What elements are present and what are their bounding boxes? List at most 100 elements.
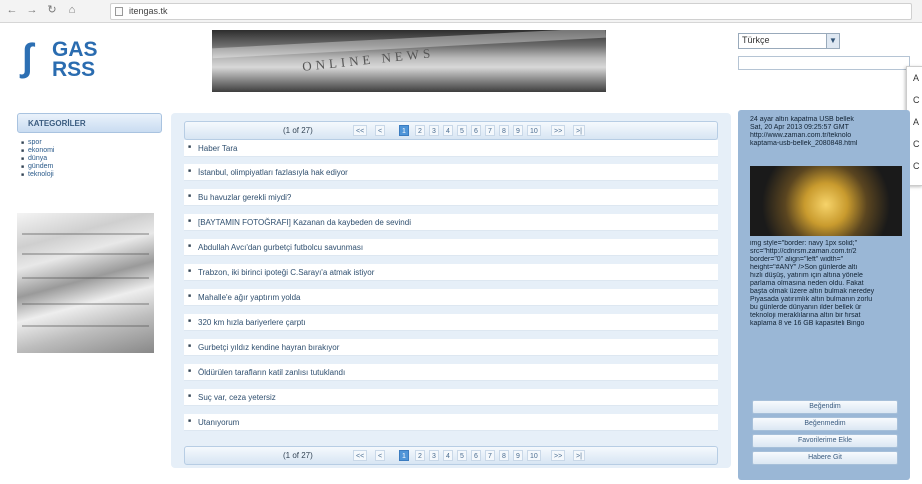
dislike-button[interactable]: Beğenmedim [752, 417, 898, 431]
categories-title: KATEGORİLER [28, 119, 86, 128]
news-title[interactable]: Suç var, ceza yetersiz [198, 393, 276, 402]
site-logo[interactable]: ∫ GAS RSS [22, 35, 112, 85]
popup-item[interactable]: C [907, 89, 922, 111]
pager-page-10[interactable]: 10 [527, 450, 541, 461]
category-item-gundem[interactable]: gündem [17, 163, 162, 171]
page-count-label: (1 of 27) [283, 126, 313, 135]
categories-list: spor ekonomi dünya gündem teknoloji [17, 139, 162, 179]
pager-last-button[interactable]: >| [573, 125, 585, 136]
news-title[interactable]: Bu havuzlar gerekli miydi? [198, 193, 291, 202]
header-banner: ONLINE NEWS [212, 30, 606, 92]
news-item[interactable]: Trabzon, iki birinci ipoteği C.Sarayı'a … [184, 264, 718, 281]
detail-body-line: kaplama 8 ve 16 GB kapasiteli Bingo [750, 320, 865, 327]
news-list-panel: (1 of 27) << < 1 2 3 4 5 6 7 8 9 10 >> >… [171, 113, 731, 468]
category-item-ekonomi[interactable]: ekonomi [17, 147, 162, 155]
pager-page-1[interactable]: 1 [399, 125, 409, 136]
address-bar[interactable]: itengas.tk [110, 3, 912, 20]
category-item-spor[interactable]: spor [17, 139, 162, 147]
news-item[interactable]: Utanıyorum [184, 414, 718, 431]
news-title[interactable]: Abdullah Avcı'dan gurbetçi futbolcu savu… [198, 243, 363, 252]
gold-usb-image [750, 166, 902, 236]
pager-page-6[interactable]: 6 [471, 450, 481, 461]
pager-first-button[interactable]: << [353, 125, 368, 136]
news-item[interactable]: Gurbetçi yıldız kendine hayran bırakıyor [184, 339, 718, 356]
pager-page-2[interactable]: 2 [415, 450, 425, 461]
detail-link[interactable]: kaptama-usb-bellek_2080848.html [750, 140, 910, 148]
search-input[interactable] [738, 56, 910, 70]
pager-page-5[interactable]: 5 [457, 450, 467, 461]
pager-page-9[interactable]: 9 [513, 125, 523, 136]
logo-line2: RSS [52, 58, 96, 81]
pager-page-7[interactable]: 7 [485, 125, 495, 136]
detail-title: 24 ayar altın kapatma USB bellek [750, 116, 854, 123]
newspaper-line [22, 325, 149, 327]
detail-body-line: Piyasada yatırımlık altın bulmanın zorlu [750, 296, 873, 303]
news-title[interactable]: Utanıyorum [198, 418, 239, 427]
pager-page-3[interactable]: 3 [429, 450, 439, 461]
detail-body-line: parlama olmasına neden oldu. Fakat [750, 280, 864, 287]
pager-first-button[interactable]: << [353, 450, 368, 461]
news-title[interactable]: Haber Tara [198, 144, 237, 153]
popup-item[interactable]: A [907, 67, 922, 89]
news-title[interactable]: Öldürülen tarafların katil zanlısı tutuk… [198, 368, 345, 377]
pager-last-button[interactable]: >| [573, 450, 585, 461]
pager-prev-button[interactable]: < [375, 125, 386, 136]
news-item[interactable]: Öldürülen tarafların katil zanlısı tutuk… [184, 364, 718, 381]
news-detail-panel: 24 ayar altın kapatma USB bellek Sat, 20… [738, 110, 910, 480]
detail-link[interactable]: http://www.zaman.com.tr/teknolo [750, 132, 910, 140]
detail-body-line: bu günlerde dünyanın ilder bellek ür [750, 304, 862, 311]
language-selected: Türkçe [742, 35, 770, 45]
page-icon [115, 7, 123, 16]
news-title[interactable]: [BAYTAMIN FOTOĞRAFI] Kazanan da kaybeden… [198, 218, 411, 227]
language-select[interactable]: Türkçe ▼ [738, 33, 840, 49]
category-item-teknoloji[interactable]: teknoloji [17, 171, 162, 179]
category-item-dunya[interactable]: dünya [17, 155, 162, 163]
news-item[interactable]: Mahalle'e ağır yaptırım yolda [184, 289, 718, 306]
pager-page-7[interactable]: 7 [485, 450, 495, 461]
reload-icon[interactable]: ↻ [46, 4, 58, 16]
news-title[interactable]: 320 km hızla bariyerlere çarptı [198, 318, 306, 327]
detail-body-line: teknoloji meraklılarına altın bir fırsat [750, 312, 861, 319]
add-favorites-button[interactable]: Favorilerime Ekle [752, 434, 898, 448]
detail-date: Sat, 20 Apr 2013 09:25:57 GMT [750, 124, 849, 131]
pager-page-4[interactable]: 4 [443, 450, 453, 461]
news-item[interactable]: [BAYTAMIN FOTOĞRAFI] Kazanan da kaybeden… [184, 214, 718, 231]
pager-page-6[interactable]: 6 [471, 125, 481, 136]
pager-next-button[interactable]: >> [551, 125, 566, 136]
like-button[interactable]: Beğendim [752, 400, 898, 414]
newspaper-line [22, 233, 149, 235]
home-icon[interactable]: ⌂ [66, 4, 78, 16]
pager-page-9[interactable]: 9 [513, 450, 523, 461]
news-title[interactable]: Gurbetçi yıldız kendine hayran bırakıyor [198, 343, 339, 352]
pager-page-10[interactable]: 10 [527, 125, 541, 136]
page-count-label: (1 of 27) [283, 451, 313, 460]
forward-arrow-icon[interactable]: → [26, 4, 38, 16]
pager-page-8[interactable]: 8 [499, 450, 509, 461]
chevron-down-icon[interactable]: ▼ [826, 34, 839, 48]
news-item[interactable]: İstanbul, olimpiyatları fazlasıyla hak e… [184, 164, 718, 181]
news-title[interactable]: İstanbul, olimpiyatları fazlasıyla hak e… [198, 168, 348, 177]
pager-page-8[interactable]: 8 [499, 125, 509, 136]
pager-next-button[interactable]: >> [551, 450, 566, 461]
logo-line1: GAS [52, 38, 98, 61]
pager-page-5[interactable]: 5 [457, 125, 467, 136]
url-text: itengas.tk [129, 6, 168, 16]
back-arrow-icon[interactable]: ← [6, 4, 18, 16]
pager-page-2[interactable]: 2 [415, 125, 425, 136]
pager-page-1[interactable]: 1 [399, 450, 409, 461]
detail-body-line: height="#ANY" />Son günlerde altı [750, 264, 858, 271]
newspaper-line [22, 277, 149, 279]
news-title[interactable]: Mahalle'e ağır yaptırım yolda [198, 293, 300, 302]
categories-header: KATEGORİLER [17, 113, 162, 133]
news-item[interactable]: Haber Tara [184, 140, 718, 157]
detail-body-line: başta olmak üzere altın bulmak neredey [750, 288, 875, 295]
pager-page-3[interactable]: 3 [429, 125, 439, 136]
pager-page-4[interactable]: 4 [443, 125, 453, 136]
go-to-news-button[interactable]: Habere Git [752, 451, 898, 465]
news-item[interactable]: Abdullah Avcı'dan gurbetçi futbolcu savu… [184, 239, 718, 256]
news-title[interactable]: Trabzon, iki birinci ipoteği C.Sarayı'a … [198, 268, 374, 277]
pager-prev-button[interactable]: < [375, 450, 386, 461]
news-item[interactable]: Bu havuzlar gerekli miydi? [184, 189, 718, 206]
news-item[interactable]: 320 km hızla bariyerlere çarptı [184, 314, 718, 331]
news-item[interactable]: Suç var, ceza yetersiz [184, 389, 718, 406]
